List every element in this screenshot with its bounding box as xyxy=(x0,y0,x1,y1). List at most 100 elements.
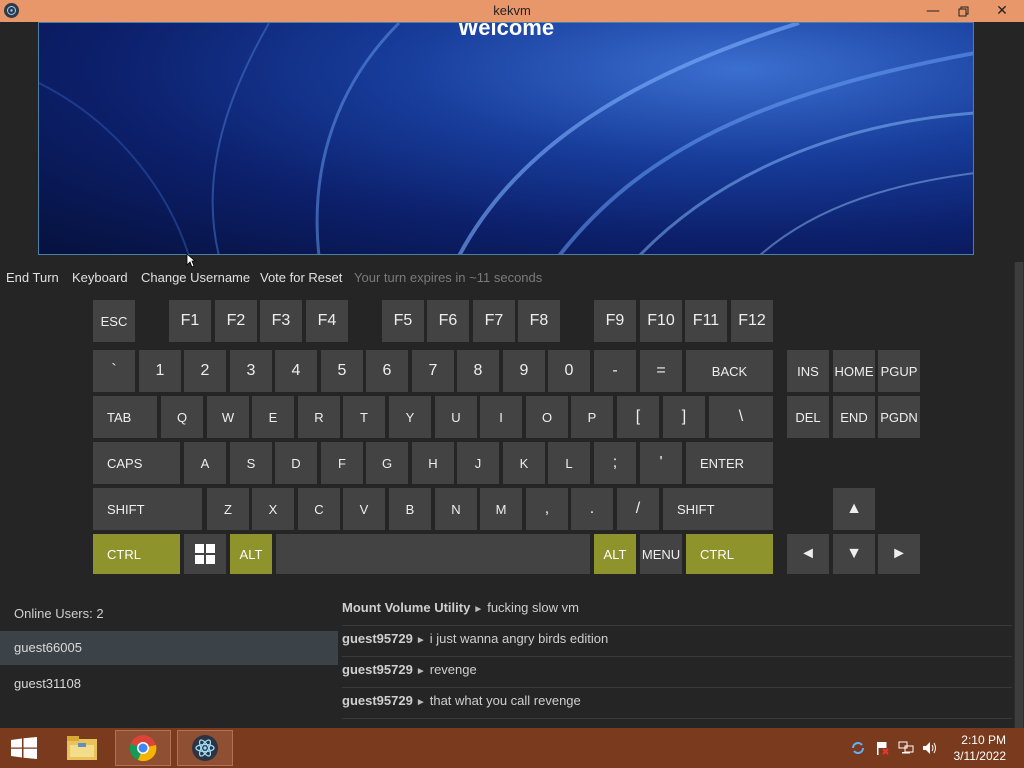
key-equals[interactable]: = xyxy=(640,350,682,392)
key-f11[interactable]: F11 xyxy=(685,300,727,342)
key-minus[interactable]: - xyxy=(594,350,636,392)
sync-icon[interactable] xyxy=(850,740,866,756)
key-r[interactable]: R xyxy=(298,396,340,438)
close-icon[interactable]: ✕ xyxy=(980,0,1024,22)
key-f7[interactable]: F7 xyxy=(473,300,515,342)
vote-reset-button[interactable]: Vote for Reset xyxy=(260,270,342,285)
key-f8[interactable]: F8 xyxy=(518,300,560,342)
key-f12[interactable]: F12 xyxy=(731,300,773,342)
key-h[interactable]: H xyxy=(412,442,454,484)
key-slash[interactable]: / xyxy=(617,488,659,530)
key-left-alt[interactable]: ALT xyxy=(230,534,272,574)
key-6[interactable]: 6 xyxy=(366,350,408,392)
minimize-icon[interactable]: — xyxy=(918,0,948,22)
electron-app-icon[interactable] xyxy=(177,730,233,766)
key-left-ctrl[interactable]: CTRL xyxy=(93,534,180,574)
key-1[interactable]: 1 xyxy=(139,350,181,392)
key-l[interactable]: L xyxy=(548,442,590,484)
key-f5[interactable]: F5 xyxy=(382,300,424,342)
arrow-down-icon[interactable]: ▼ xyxy=(833,534,875,574)
key-x[interactable]: X xyxy=(252,488,294,530)
key-insert[interactable]: INS xyxy=(787,350,829,392)
key-page-up[interactable]: PGUP xyxy=(878,350,920,392)
key-w[interactable]: W xyxy=(207,396,249,438)
key-f6[interactable]: F6 xyxy=(427,300,469,342)
key-0[interactable]: 0 xyxy=(548,350,590,392)
key-4[interactable]: 4 xyxy=(275,350,317,392)
key-right-shift[interactable]: SHIFT xyxy=(663,488,773,530)
end-turn-button[interactable]: End Turn xyxy=(6,270,59,285)
key-left-bracket[interactable]: [ xyxy=(617,396,659,438)
change-username-button[interactable]: Change Username xyxy=(141,270,250,285)
restore-icon[interactable] xyxy=(948,0,978,22)
key-caps[interactable]: CAPS xyxy=(93,442,180,484)
key-home[interactable]: HOME xyxy=(833,350,875,392)
key-s[interactable]: S xyxy=(230,442,272,484)
keyboard-button[interactable]: Keyboard xyxy=(72,270,128,285)
key-quote[interactable]: ' xyxy=(640,442,682,484)
key-q[interactable]: Q xyxy=(161,396,203,438)
key-a[interactable]: A xyxy=(184,442,226,484)
key-v[interactable]: V xyxy=(343,488,385,530)
key-i[interactable]: I xyxy=(480,396,522,438)
key-esc[interactable]: ESC xyxy=(93,300,135,342)
key-f10[interactable]: F10 xyxy=(640,300,682,342)
key-f9[interactable]: F9 xyxy=(594,300,636,342)
windows-icon[interactable] xyxy=(184,534,226,574)
key-end[interactable]: END xyxy=(833,396,875,438)
key-right-alt[interactable]: ALT xyxy=(594,534,636,574)
key-9[interactable]: 9 xyxy=(503,350,545,392)
key-m[interactable]: M xyxy=(480,488,522,530)
key-delete[interactable]: DEL xyxy=(787,396,829,438)
key-f2[interactable]: F2 xyxy=(215,300,257,342)
chrome-icon[interactable] xyxy=(115,730,171,766)
key-f3[interactable]: F3 xyxy=(260,300,302,342)
key-semicolon[interactable]: ; xyxy=(594,442,636,484)
key-o[interactable]: O xyxy=(526,396,568,438)
key-f[interactable]: F xyxy=(321,442,363,484)
key-2[interactable]: 2 xyxy=(184,350,226,392)
key-5[interactable]: 5 xyxy=(321,350,363,392)
key-backspace[interactable]: BACK xyxy=(686,350,773,392)
key-8[interactable]: 8 xyxy=(457,350,499,392)
vm-screen[interactable]: Welcome xyxy=(38,22,974,255)
key-e[interactable]: E xyxy=(252,396,294,438)
key-period[interactable]: . xyxy=(571,488,613,530)
user-item[interactable]: guest31108 xyxy=(0,667,338,701)
volume-icon[interactable] xyxy=(922,740,938,756)
key-y[interactable]: Y xyxy=(389,396,431,438)
key-b[interactable]: B xyxy=(389,488,431,530)
key-7[interactable]: 7 xyxy=(412,350,454,392)
key-right-bracket[interactable]: ] xyxy=(663,396,705,438)
key-t[interactable]: T xyxy=(343,396,385,438)
network-icon[interactable] xyxy=(898,740,914,756)
key-f1[interactable]: F1 xyxy=(169,300,211,342)
page-scrollbar[interactable] xyxy=(1014,262,1024,728)
system-clock[interactable]: 2:10 PM 3/11/2022 xyxy=(954,732,1007,764)
key-right-ctrl[interactable]: CTRL xyxy=(686,534,773,574)
key-menu[interactable]: MENU xyxy=(640,534,682,574)
file-explorer-icon[interactable] xyxy=(54,730,110,766)
key-left-shift[interactable]: SHIFT xyxy=(93,488,202,530)
start-windows-icon[interactable] xyxy=(0,730,48,766)
key-enter[interactable]: ENTER xyxy=(686,442,773,484)
key-p[interactable]: P xyxy=(571,396,613,438)
key-j[interactable]: J xyxy=(457,442,499,484)
key-f4[interactable]: F4 xyxy=(306,300,348,342)
key-k[interactable]: K xyxy=(503,442,545,484)
key-3[interactable]: 3 xyxy=(230,350,272,392)
key-n[interactable]: N xyxy=(435,488,477,530)
user-item[interactable]: guest66005 xyxy=(0,631,338,665)
action-center-flag-icon[interactable] xyxy=(874,740,890,756)
key-z[interactable]: Z xyxy=(207,488,249,530)
arrow-left-icon[interactable]: ◄ xyxy=(787,534,829,574)
arrow-up-icon[interactable]: ▲ xyxy=(833,488,875,530)
key-backslash[interactable]: \ xyxy=(709,396,773,438)
key-d[interactable]: D xyxy=(275,442,317,484)
key-g[interactable]: G xyxy=(366,442,408,484)
key-u[interactable]: U xyxy=(435,396,477,438)
key-tab[interactable]: TAB xyxy=(93,396,157,438)
arrow-right-icon[interactable]: ► xyxy=(878,534,920,574)
key-comma[interactable]: , xyxy=(526,488,568,530)
key-backtick[interactable]: ` xyxy=(93,350,135,392)
